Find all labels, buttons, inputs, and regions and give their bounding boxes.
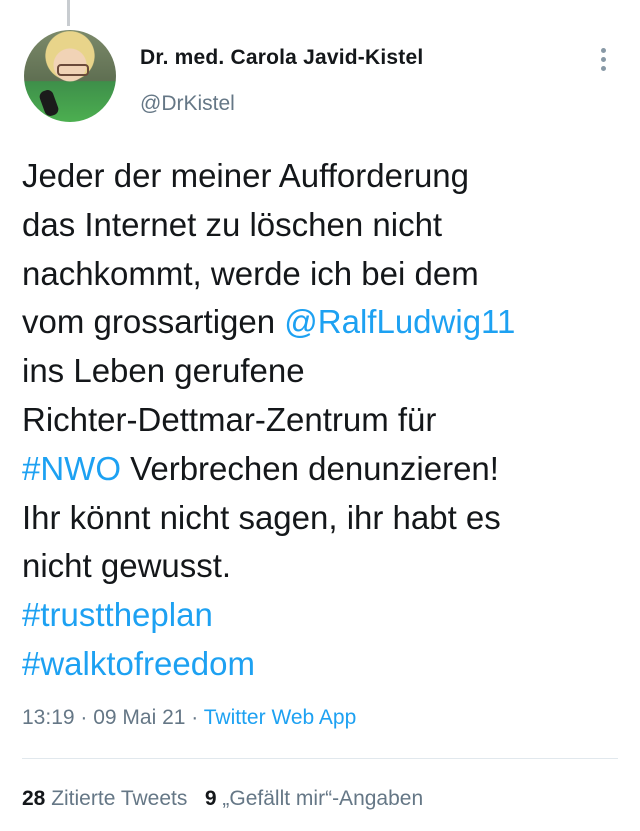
hashtag-link-trusttheplan[interactable]: #trusttheplan bbox=[22, 591, 622, 640]
avatar-microphone-detail bbox=[37, 88, 61, 118]
likes-stat[interactable]: 9 „Gefällt mir“-Angaben bbox=[205, 787, 423, 810]
tweet-line: vom grossartigen @RalfLudwig11 bbox=[22, 298, 622, 347]
avatar-glasses-detail bbox=[57, 64, 89, 76]
likes-label: „Gefällt mir“-Angaben bbox=[216, 787, 424, 810]
tweet-text: Jeder der meiner Aufforderung das Intern… bbox=[22, 152, 622, 689]
thread-connector-line bbox=[67, 0, 70, 26]
tweet-line-text: vom grossartigen bbox=[22, 303, 285, 341]
mention-link[interactable]: @RalfLudwig11 bbox=[284, 303, 515, 340]
tweet-date: 09 Mai 21 bbox=[93, 706, 186, 729]
tweet-stats: 28 Zitierte Tweets 9 „Gefällt mir“-Angab… bbox=[22, 787, 423, 811]
tweet-line: #NWO Verbrechen denunzieren! bbox=[22, 445, 622, 494]
tweet-line-text: Verbrechen denunzieren! bbox=[121, 449, 499, 487]
likes-count: 9 bbox=[204, 787, 217, 810]
more-vertical-icon[interactable] bbox=[598, 48, 608, 74]
tweet-line: Richter-Dettmar-Zentrum für bbox=[22, 400, 437, 438]
author-name[interactable]: Dr. med. Carola Javid-Kistel bbox=[140, 46, 423, 70]
quote-count: 28 bbox=[22, 787, 46, 810]
hashtag-link-walktofreedom[interactable]: #walktofreedom bbox=[22, 640, 622, 689]
divider bbox=[22, 758, 618, 759]
tweet-line: nicht gewusst. bbox=[22, 547, 232, 585]
meta-separator: · bbox=[185, 706, 204, 729]
source-app-link[interactable]: Twitter Web App bbox=[204, 706, 357, 729]
meta-separator: · bbox=[74, 706, 94, 729]
quote-label: Zitierte Tweets bbox=[45, 787, 188, 810]
tweet-line: Ihr könnt nicht sagen, ihr habt es bbox=[22, 498, 501, 536]
author-handle[interactable]: @DrKistel bbox=[140, 92, 235, 116]
quote-tweets-stat[interactable]: 28 Zitierte Tweets bbox=[22, 787, 187, 810]
tweet-time: 13:19 bbox=[22, 706, 75, 729]
tweet-line: nachkommt, werde ich bei dem bbox=[22, 254, 479, 292]
tweet-meta: 13:19 · 09 Mai 21 · Twitter Web App bbox=[22, 706, 356, 730]
tweet-line: Jeder der meiner Aufforderung bbox=[22, 157, 469, 194]
tweet-line: ins Leben gerufene bbox=[22, 352, 305, 390]
hashtag-link-nwo[interactable]: #NWO bbox=[22, 450, 121, 487]
tweet-line: das Internet zu löschen nicht bbox=[22, 205, 443, 243]
avatar[interactable] bbox=[24, 30, 116, 122]
